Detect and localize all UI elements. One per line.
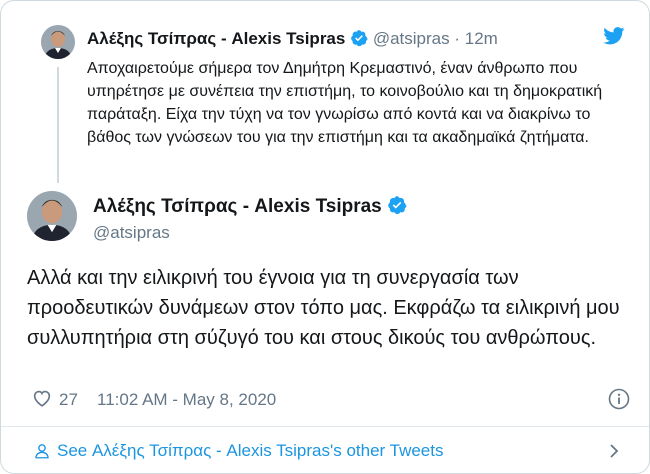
verified-badge-icon: [387, 195, 407, 221]
person-icon: [33, 442, 51, 465]
author-name-row: Αλέξης Τσίπρας - Alexis Tsipras: [93, 195, 407, 221]
twitter-bird-icon[interactable]: [603, 27, 625, 50]
header-separator: ·: [454, 29, 461, 48]
parent-author-handle[interactable]: @atsipras: [373, 29, 450, 48]
author-avatar[interactable]: [27, 191, 77, 241]
like-count: 27: [59, 390, 78, 409]
chevron-right-icon: [607, 443, 621, 464]
tweet-text: Αλλά και την ειλικρινή του έγνοια για τη…: [27, 267, 620, 349]
info-icon[interactable]: [607, 387, 631, 416]
thread-connector-line: [57, 67, 59, 183]
verified-badge-icon: [350, 29, 368, 52]
parent-tweet-header: Αλέξης Τσίπρας - Alexis Tsipras @atsipra…: [87, 29, 498, 52]
parent-avatar[interactable]: [41, 25, 75, 59]
tweet-embed-card: Αλέξης Τσίπρας - Alexis Tsipras @atsipra…: [0, 0, 650, 474]
see-other-tweets-link[interactable]: See Αλέξης Τσίπρας - Alexis Tsipras's ot…: [1, 427, 649, 473]
author-handle[interactable]: @atsipras: [93, 223, 170, 243]
parent-time-ago[interactable]: 12m: [465, 29, 498, 48]
heart-icon[interactable]: [31, 387, 53, 414]
tweet-timestamp[interactable]: 11:02 AM - May 8, 2020: [97, 390, 276, 410]
see-other-tweets-label[interactable]: See Αλέξης Τσίπρας - Alexis Tsipras's ot…: [57, 441, 443, 461]
author-name[interactable]: Αλέξης Τσίπρας - Alexis Tsipras: [93, 196, 382, 217]
tweet-meta-row: 27 11:02 AM - May 8, 2020: [31, 385, 631, 415]
parent-author-name[interactable]: Αλέξης Τσίπρας - Alexis Tsipras: [87, 29, 345, 48]
parent-tweet-text: Αποχαιρετούμε σήμερα τον Δημήτρη Κρεμαστ…: [87, 60, 603, 146]
